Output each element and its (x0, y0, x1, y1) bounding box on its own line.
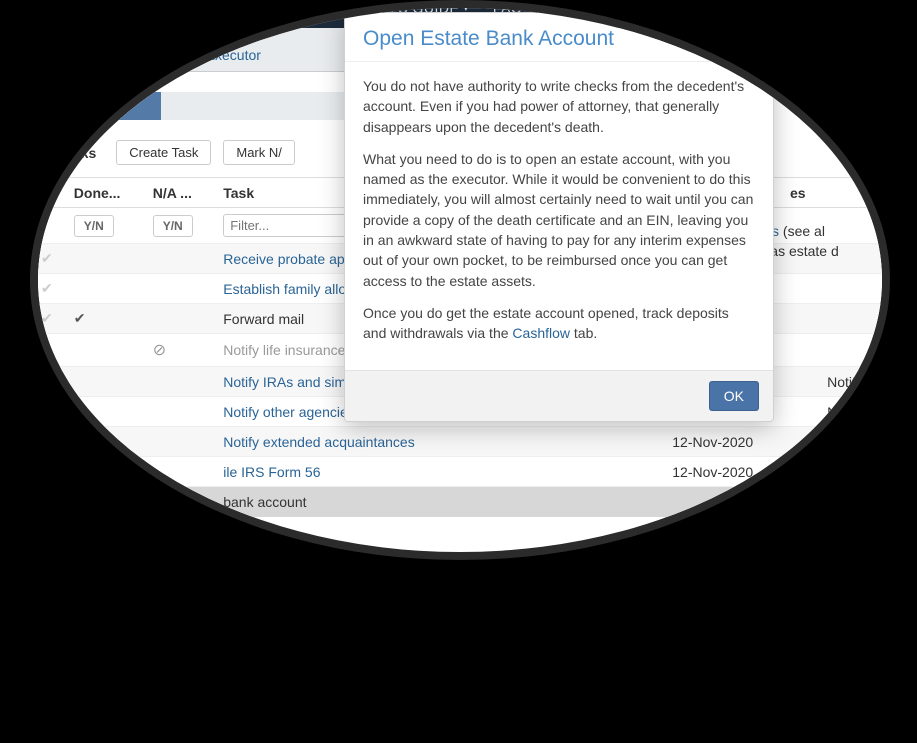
task-title: Forward mail (223, 311, 304, 327)
na-icon: ⊘ (153, 342, 166, 359)
viewport-ellipse: ES ▾ EXECUTOR'S GUIDE ▾ FAQ COMPA Tasks … (30, 0, 890, 560)
table-row[interactable]: ✔ ile IRS Form 56 12-Nov-2020Tax (30, 457, 890, 487)
mark-na-button[interactable]: Mark N/ (223, 140, 295, 165)
na-cell[interactable] (145, 367, 216, 397)
row-check[interactable]: ✔ (30, 427, 66, 457)
category-cell: Notify (782, 397, 890, 427)
modal-paragraph-1: You do not have authority to write check… (363, 76, 755, 137)
tab-executor[interactable]: Executor (187, 38, 280, 71)
table-row[interactable]: ✔ bank account Financial (30, 487, 890, 517)
task-cell[interactable]: ile IRS Form 56 (215, 457, 643, 487)
modal-p3-post: tab. (570, 325, 597, 341)
modal-footer: OK (345, 370, 773, 421)
col-category[interactable]: es (782, 178, 890, 208)
app-root: ES ▾ EXECUTOR'S GUIDE ▾ FAQ COMPA Tasks … (30, 0, 890, 517)
na-filter[interactable]: Y/N (153, 215, 193, 237)
progress-label: 29% (82, 99, 108, 114)
row-check[interactable]: ✔ (30, 397, 66, 427)
task-title[interactable]: ile IRS Form 56 (223, 464, 320, 480)
table-row[interactable]: ✔ Notify extended acquaintances 12-Nov-202… (30, 427, 890, 457)
date-cell (643, 487, 782, 517)
col-done[interactable]: Done... (66, 178, 145, 208)
category-cell: Financial (782, 487, 890, 517)
checkmark-icon: ✔ (74, 310, 86, 326)
done-cell[interactable] (66, 244, 145, 274)
task-title: bank account (223, 494, 306, 510)
done-cell[interactable] (66, 397, 145, 427)
progress-fill: 29% (30, 92, 161, 120)
na-cell[interactable]: ⊘ (145, 334, 216, 367)
task-detail-modal: Open Estate Bank Account You do not have… (344, 12, 774, 422)
row-check[interactable]: ✔ (30, 304, 66, 334)
category-cell (782, 334, 890, 367)
category-cell: Tax (782, 457, 890, 487)
col-na[interactable]: N/A ... (145, 178, 216, 208)
na-cell[interactable] (145, 304, 216, 334)
modal-paragraph-3: Once you do get the estate account opene… (363, 303, 755, 344)
row-check[interactable]: ✔ (30, 244, 66, 274)
category-cell (782, 304, 890, 334)
task-cell[interactable]: bank account (215, 487, 643, 517)
done-cell[interactable] (66, 427, 145, 457)
na-cell[interactable] (145, 427, 216, 457)
done-cell[interactable] (66, 274, 145, 304)
done-cell[interactable] (66, 334, 145, 367)
ok-button[interactable]: OK (709, 381, 759, 411)
row-check[interactable]: ✔ (30, 334, 66, 367)
modal-paragraph-2: What you need to do is to open an estate… (363, 149, 755, 291)
done-cell[interactable] (66, 457, 145, 487)
done-cell[interactable] (66, 367, 145, 397)
na-cell[interactable] (145, 457, 216, 487)
na-cell[interactable] (145, 397, 216, 427)
cashflow-link[interactable]: Cashflow (512, 325, 570, 341)
date-cell: 12-Nov-2020 (643, 457, 782, 487)
side-text1: (see al (779, 223, 825, 239)
na-cell[interactable] (145, 487, 216, 517)
na-cell[interactable] (145, 274, 216, 304)
row-check[interactable]: ✔ (30, 457, 66, 487)
row-check[interactable]: ✔ (30, 487, 66, 517)
task-title[interactable]: Notify extended acquaintances (223, 434, 414, 450)
done-cell[interactable]: ✔ (66, 304, 145, 334)
task-cell[interactable]: Notify extended acquaintances (215, 427, 643, 457)
category-cell: Notify (782, 427, 890, 457)
nav-item-es[interactable]: ES ▾ (258, 0, 290, 17)
row-check[interactable]: ✔ (30, 367, 66, 397)
date-cell: 12-Nov-2020 (643, 427, 782, 457)
tab-tasks[interactable]: Tasks (108, 38, 185, 71)
done-cell[interactable] (66, 487, 145, 517)
na-cell[interactable] (145, 244, 216, 274)
col-select[interactable]: ✔ (30, 178, 66, 208)
key-tasks-label: Key Tasks (30, 145, 96, 161)
modal-body: You do not have authority to write check… (345, 62, 773, 370)
category-cell: Notify (782, 367, 890, 397)
create-task-button[interactable]: Create Task (116, 140, 211, 165)
row-check[interactable]: ✔ (30, 274, 66, 304)
category-cell (782, 274, 890, 304)
done-filter[interactable]: Y/N (74, 215, 114, 237)
modal-title: Open Estate Bank Account (345, 13, 773, 62)
check-icon: ✔ (36, 184, 48, 200)
